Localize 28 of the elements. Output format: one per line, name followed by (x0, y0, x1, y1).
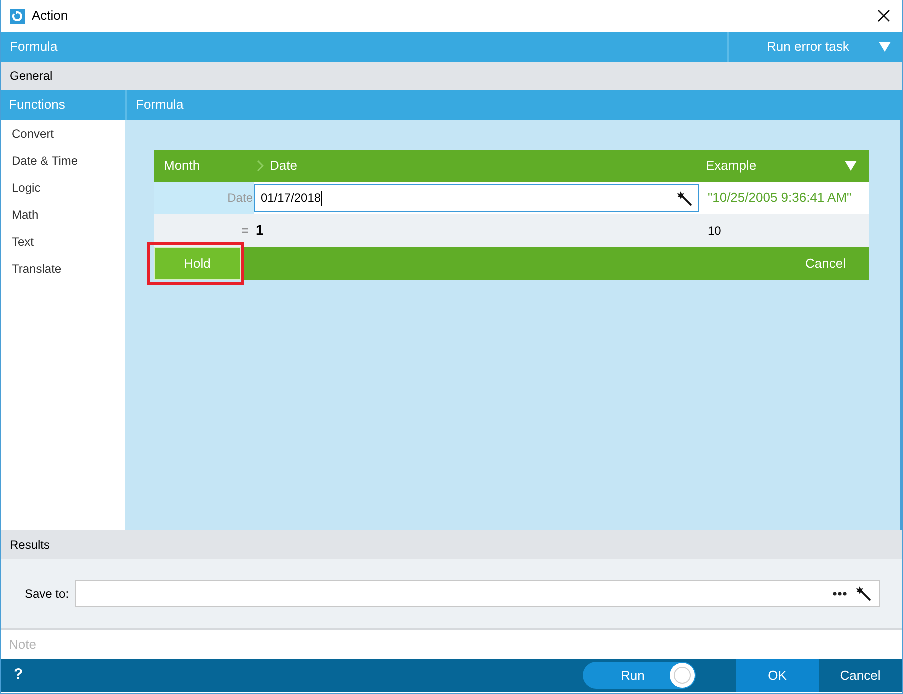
example-column-title: Example (705, 157, 758, 176)
argument-column-title: Date (270, 157, 298, 176)
date-input-field[interactable]: 01/17/2018 (254, 184, 699, 212)
caret-down-icon[interactable] (845, 161, 857, 171)
functions-header: Functions (1, 90, 125, 120)
magic-wand-icon[interactable] (677, 190, 692, 206)
magic-wand-icon[interactable] (856, 586, 871, 601)
formula-header: Formula (127, 90, 902, 120)
argument-label: Date (154, 182, 254, 214)
app-logo-icon (10, 8, 25, 24)
close-icon (878, 10, 890, 22)
run-toggle[interactable]: Run (583, 662, 696, 689)
ok-button[interactable]: OK (736, 659, 819, 692)
window-title: Action (32, 7, 68, 26)
section-title: General (10, 68, 53, 85)
save-to-label: Save to: (25, 586, 70, 602)
more-icon[interactable] (833, 592, 847, 596)
results-title: Results (10, 536, 50, 554)
chevron-right-icon (257, 160, 264, 172)
example-result: 10 (708, 222, 722, 240)
save-to-field[interactable] (75, 580, 880, 607)
example-value: "10/25/2005 9:36:41 AM" (699, 182, 869, 214)
result-value: 1 (256, 221, 264, 240)
help-button[interactable]: ? (14, 664, 24, 687)
header-title: Formula (9, 38, 58, 56)
caret-down-icon[interactable] (879, 42, 891, 52)
equals-sign: = (240, 222, 249, 240)
function-name: Month (163, 157, 202, 176)
